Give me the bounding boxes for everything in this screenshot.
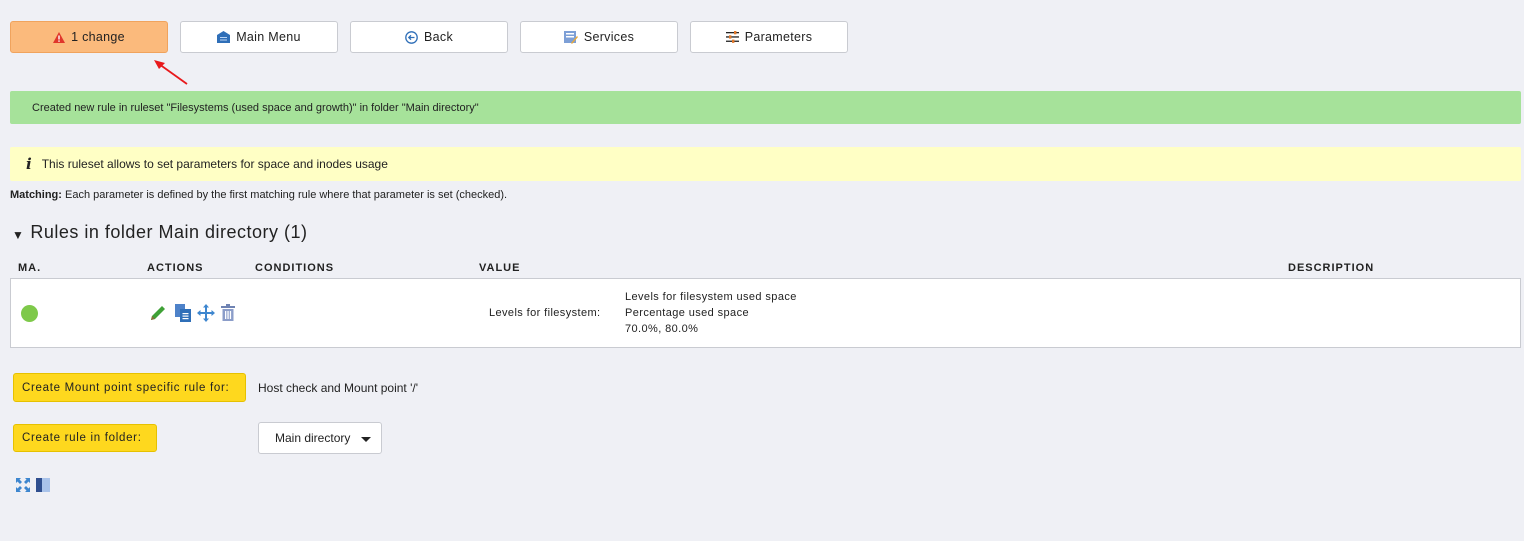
services-button[interactable]: Services [520,21,678,53]
folder-select-value: Main directory [275,431,351,445]
matching-note: Matching: Each parameter is defined by t… [10,189,507,201]
move-icon[interactable] [197,304,215,322]
rules-section-header[interactable]: ▼ Rules in folder Main directory (1) [12,222,308,243]
success-message-text: Created new rule in ruleset "Filesystems… [32,101,479,114]
pending-changes-label: 1 change [71,30,125,44]
fullscreen-icon[interactable] [16,478,30,492]
folder-select[interactable]: Main directory [258,422,382,454]
back-label: Back [424,30,453,44]
home-icon [217,31,231,43]
chevron-down-icon [361,437,371,442]
matching-label: Matching: [10,189,62,201]
main-menu-button[interactable]: Main Menu [180,21,338,53]
specific-rule-target: Host check and Mount point '/' [258,381,419,395]
annotation-arrow [154,60,188,85]
info-message: i This ruleset allows to set parameters … [10,147,1521,181]
clone-icon[interactable] [175,304,192,322]
collapse-triangle-icon[interactable]: ▼ [12,228,24,242]
pending-changes-button[interactable]: 1 change [10,21,168,53]
table-row: Levels for filesystem: Levels for filesy… [10,278,1521,348]
column-header-description: DESCRIPTION [1288,262,1375,274]
parameters-button[interactable]: Parameters [690,21,848,53]
warning-icon [53,31,66,43]
main-menu-label: Main Menu [236,30,301,44]
delete-icon[interactable] [221,304,235,321]
column-header-ma: MA. [18,262,42,274]
info-message-text: This ruleset allows to set parameters fo… [41,157,388,171]
column-header-value: VALUE [479,262,521,274]
column-header-conditions: CONDITIONS [255,262,335,274]
value-line: Levels for filesystem used space [625,291,797,303]
create-specific-rule-label: Create Mount point specific rule for: [22,381,230,394]
services-icon [563,30,578,44]
value-label: Levels for filesystem: [489,307,601,319]
create-specific-rule-button[interactable]: Create Mount point specific rule for: [13,373,246,402]
create-rule-in-folder-button[interactable]: Create rule in folder: [13,424,157,452]
rule-status-dot [21,305,38,322]
success-message: Created new rule in ruleset "Filesystems… [10,91,1521,124]
parameters-icon [725,31,739,43]
section-title: Rules in folder Main directory (1) [30,222,308,242]
info-icon: i [26,155,32,173]
back-button[interactable]: Back [350,21,508,53]
column-header-actions: ACTIONS [147,262,204,274]
edit-icon[interactable] [149,304,167,322]
back-icon [405,30,418,44]
value-line: 70.0%, 80.0% [625,323,699,335]
value-line: Percentage used space [625,307,749,319]
matching-text: Each parameter is defined by the first m… [65,189,508,201]
services-label: Services [583,30,635,44]
create-rule-in-folder-label: Create rule in folder: [22,432,142,444]
parameters-label: Parameters [744,30,813,44]
sidebar-toggle-icon[interactable] [36,478,50,492]
